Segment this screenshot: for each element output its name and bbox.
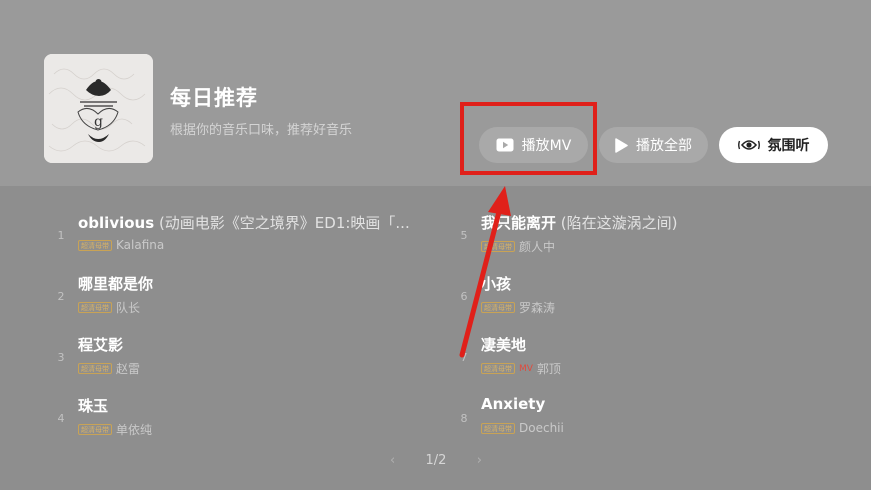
playlist-cover[interactable]: g <box>44 54 153 163</box>
track-artist[interactable]: 罗森涛 <box>519 299 555 316</box>
track-meta: 超清母带 赵雷 <box>78 360 140 377</box>
track-name: 凄美地 <box>481 336 527 354</box>
track-title: 程艾影 <box>78 334 123 355</box>
list-item[interactable]: 5 我只能离开 (陷在这漩涡之间) 超清母带 颜人中 <box>457 209 847 261</box>
atmosphere-listen-button[interactable]: 氛围听 <box>719 127 828 163</box>
quality-badge: 超清母带 <box>481 363 515 374</box>
list-item[interactable]: 3 程艾影 超清母带 赵雷 <box>54 331 434 383</box>
track-number: 3 <box>57 351 65 364</box>
page-indicator: 1/2 <box>425 453 447 468</box>
play-all-label: 播放全部 <box>636 138 692 154</box>
svg-text:g: g <box>94 114 103 130</box>
page-subtitle: 根据你的音乐口味，推荐好音乐 <box>170 123 353 138</box>
track-number: 8 <box>460 412 468 425</box>
list-item[interactable]: 4 珠玉 超清母带 单依纯 <box>54 392 434 444</box>
quality-badge: 超清母带 <box>78 424 112 435</box>
track-meta: 超清母带 罗森涛 <box>481 299 555 316</box>
list-item[interactable]: 7 凄美地 超清母带 MV 郭顶 <box>457 331 847 383</box>
track-name: 程艾影 <box>78 336 124 354</box>
pagination: ‹ 1/2 › <box>390 453 482 468</box>
atmosphere-label: 氛围听 <box>767 138 810 154</box>
chevron-left-icon[interactable]: ‹ <box>390 453 395 468</box>
highlight-box <box>460 102 597 175</box>
quality-badge: 超清母带 <box>78 302 112 313</box>
track-title: 我只能离开 (陷在这漩涡之间) <box>481 212 678 233</box>
track-title: Anxiety <box>481 395 545 413</box>
eye-waves-icon <box>737 138 760 152</box>
track-name: 哪里都是你 <box>78 275 154 293</box>
cover-ornament-image: g <box>44 54 153 163</box>
track-meta: 超清母带 队长 <box>78 299 140 316</box>
track-number: 4 <box>57 412 65 425</box>
track-artist[interactable]: 郭顶 <box>537 360 561 377</box>
track-name: oblivious <box>78 214 155 232</box>
track-number: 6 <box>460 290 468 303</box>
quality-badge: 超清母带 <box>78 239 112 251</box>
mv-badge[interactable]: MV <box>519 364 533 374</box>
track-meta: 超清母带 颜人中 <box>481 238 555 255</box>
quality-badge: 超清母带 <box>481 422 515 434</box>
track-number: 1 <box>57 229 65 242</box>
track-meta: 超清母带 MV 郭顶 <box>481 360 561 377</box>
quality-badge: 超清母带 <box>481 302 515 313</box>
track-subtitle: (动画电影《空之境界》ED1:映画「... <box>154 214 410 232</box>
track-title: 小孩 <box>481 273 511 294</box>
track-name: 我只能离开 <box>481 214 557 232</box>
track-name: 小孩 <box>481 275 512 293</box>
list-item[interactable]: 2 哪里都是你 超清母带 队长 <box>54 270 434 322</box>
track-artist[interactable]: 赵雷 <box>116 360 140 377</box>
play-triangle-icon <box>615 137 628 153</box>
track-artist[interactable]: 队长 <box>116 299 140 316</box>
track-number: 5 <box>460 229 468 242</box>
track-artist[interactable]: 颜人中 <box>519 238 555 255</box>
track-subtitle: (陷在这漩涡之间) <box>556 214 678 232</box>
track-title: 凄美地 <box>481 334 526 355</box>
track-meta: 超清母带 单依纯 <box>78 421 152 438</box>
track-name: Anxiety <box>481 395 546 413</box>
play-all-button[interactable]: 播放全部 <box>599 127 708 163</box>
quality-badge: 超清母带 <box>481 241 515 252</box>
track-title: 珠玉 <box>78 395 108 416</box>
chevron-right-icon[interactable]: › <box>477 453 482 468</box>
track-name: 珠玉 <box>78 397 109 415</box>
track-number: 2 <box>57 290 65 303</box>
quality-badge: 超清母带 <box>78 363 112 374</box>
track-artist[interactable]: Doechii <box>519 421 564 435</box>
track-title: 哪里都是你 <box>78 273 153 294</box>
track-number: 7 <box>460 351 468 364</box>
page-title: 每日推荐 <box>170 86 258 110</box>
list-item[interactable]: 6 小孩 超清母带 罗森涛 <box>457 270 847 322</box>
list-item[interactable]: 1 oblivious (动画电影《空之境界》ED1:映画「... 超清母带 Ka… <box>54 209 434 261</box>
list-item[interactable]: 8 Anxiety 超清母带 Doechii <box>457 392 847 444</box>
track-artist[interactable]: 单依纯 <box>116 421 152 438</box>
track-meta: 超清母带 Doechii <box>481 421 564 435</box>
track-meta: 超清母带 Kalafina <box>78 238 164 252</box>
track-title: oblivious (动画电影《空之境界》ED1:映画「... <box>78 212 434 233</box>
track-artist[interactable]: Kalafina <box>116 238 164 252</box>
